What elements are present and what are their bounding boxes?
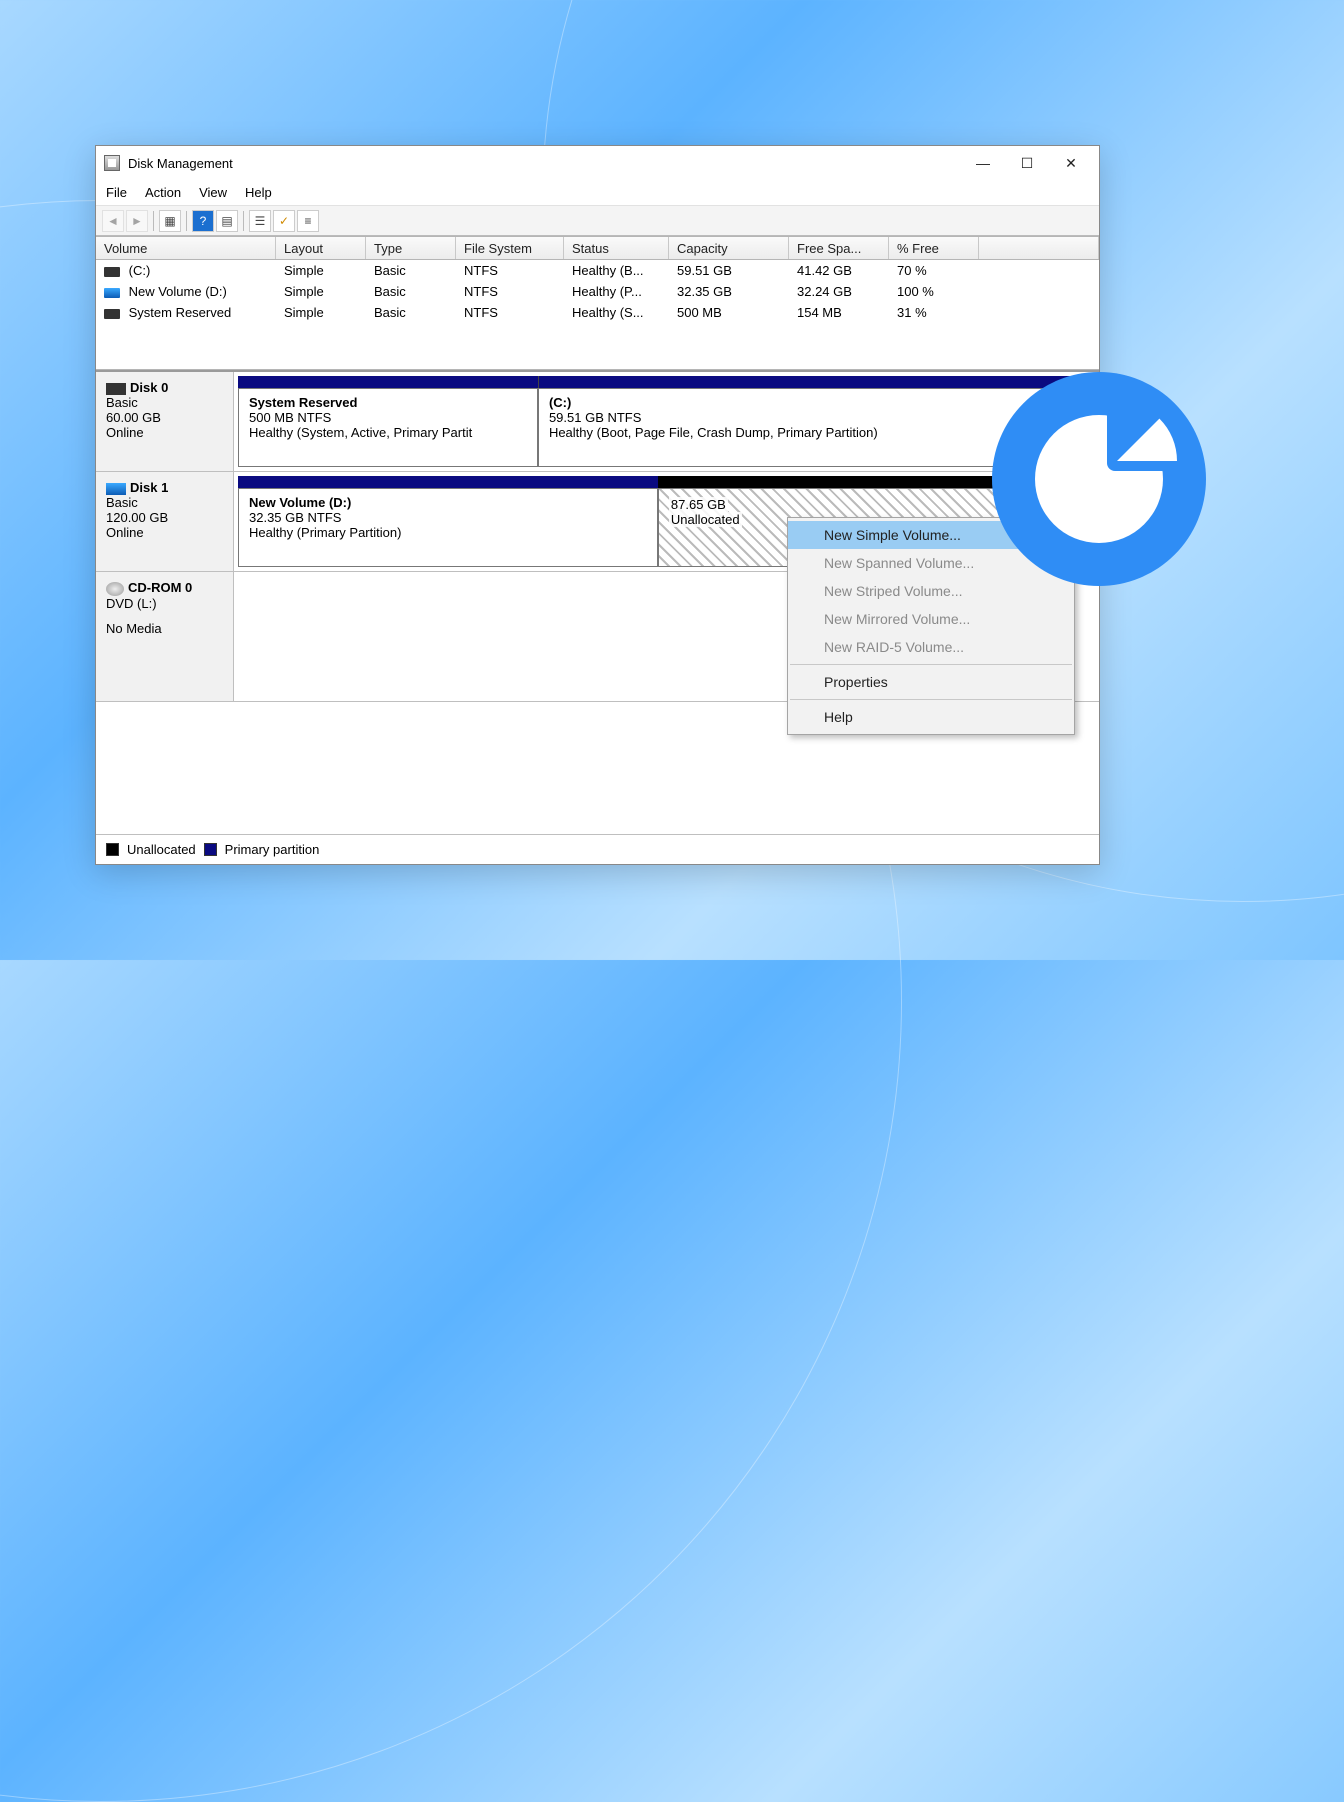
menu-bar: File Action View Help — [96, 180, 1099, 206]
minimize-button[interactable]: — — [961, 149, 1005, 177]
toolbar: ◄ ► ▦ ? ▤ ☰ ✓ ≡ — [96, 206, 1099, 236]
ctx-new-striped-volume[interactable]: New Striped Volume... — [788, 577, 1074, 605]
disk-type: Basic — [106, 395, 223, 410]
disk-info-cdrom[interactable]: CD-ROM 0 DVD (L:) No Media — [96, 572, 234, 701]
column-header[interactable]: Free Spa... — [789, 237, 889, 259]
disk-icon — [106, 383, 126, 395]
cd-state: No Media — [106, 621, 223, 636]
detail-view-icon[interactable]: ▤ — [216, 210, 238, 232]
toolbar-divider — [153, 211, 154, 231]
ctx-properties[interactable]: Properties — [788, 668, 1074, 696]
volume-row[interactable]: New Volume (D:)SimpleBasicNTFSHealthy (P… — [96, 281, 1099, 302]
disk-icon — [106, 483, 126, 495]
toolbar-divider — [186, 211, 187, 231]
column-header[interactable]: Status — [564, 237, 669, 259]
disk-state: Online — [106, 425, 223, 440]
menu-view[interactable]: View — [199, 185, 227, 200]
disk-name: Disk 1 — [130, 480, 168, 495]
partition-d[interactable]: New Volume (D:) 32.35 GB NTFS Healthy (P… — [238, 488, 658, 567]
window-title: Disk Management — [128, 156, 961, 171]
action-icon[interactable]: ✓ — [273, 210, 295, 232]
disk-name: CD-ROM 0 — [128, 580, 192, 595]
volume-row[interactable]: (C:)SimpleBasicNTFSHealthy (B...59.51 GB… — [96, 260, 1099, 281]
cd-icon — [106, 582, 124, 596]
menu-help[interactable]: Help — [245, 185, 272, 200]
close-button[interactable]: ✕ — [1049, 149, 1093, 177]
menu-action[interactable]: Action — [145, 185, 181, 200]
forward-button[interactable]: ► — [126, 210, 148, 232]
ctx-divider — [790, 699, 1072, 700]
disk-size: 60.00 GB — [106, 410, 223, 425]
disk-name: Disk 0 — [130, 380, 168, 395]
legend-label-unallocated: Unallocated — [127, 842, 196, 857]
disk-row-0: Disk 0 Basic 60.00 GB Online System Rese… — [96, 372, 1099, 472]
maximize-button[interactable]: ☐ — [1005, 149, 1049, 177]
cd-drive-letter: DVD (L:) — [106, 596, 223, 611]
app-icon — [104, 155, 120, 171]
disk-management-window: Disk Management — ☐ ✕ File Action View H… — [95, 145, 1100, 865]
column-header[interactable]: Layout — [276, 237, 366, 259]
column-header[interactable]: File System — [456, 237, 564, 259]
pie-chart-icon — [992, 372, 1206, 586]
ctx-divider — [790, 664, 1072, 665]
toolbar-divider — [243, 211, 244, 231]
help-icon[interactable]: ? — [192, 210, 214, 232]
disk-info-1[interactable]: Disk 1 Basic 120.00 GB Online — [96, 472, 234, 571]
partition-header — [238, 476, 658, 488]
ctx-new-mirrored-volume[interactable]: New Mirrored Volume... — [788, 605, 1074, 633]
partition-header — [238, 376, 538, 388]
volume-list-header: VolumeLayoutTypeFile SystemStatusCapacit… — [96, 236, 1099, 260]
column-header[interactable]: Capacity — [669, 237, 789, 259]
disk-type: Basic — [106, 495, 223, 510]
volume-list: (C:)SimpleBasicNTFSHealthy (B...59.51 GB… — [96, 260, 1099, 370]
legend-label-primary: Primary partition — [225, 842, 320, 857]
partition-system-reserved[interactable]: System Reserved 500 MB NTFS Healthy (Sys… — [238, 388, 538, 467]
column-header[interactable]: % Free — [889, 237, 979, 259]
title-bar[interactable]: Disk Management — ☐ ✕ — [96, 146, 1099, 180]
legend: Unallocated Primary partition — [96, 834, 1099, 864]
ctx-new-raid5-volume[interactable]: New RAID-5 Volume... — [788, 633, 1074, 661]
legend-swatch-primary — [204, 843, 217, 856]
legend-swatch-unallocated — [106, 843, 119, 856]
column-header[interactable]: Type — [366, 237, 456, 259]
ctx-help[interactable]: Help — [788, 703, 1074, 731]
partition-header — [538, 376, 1095, 388]
column-header[interactable]: Volume — [96, 237, 276, 259]
properties-icon[interactable]: ≡ — [297, 210, 319, 232]
back-button[interactable]: ◄ — [102, 210, 124, 232]
list-view-icon[interactable]: ▦ — [159, 210, 181, 232]
volume-row[interactable]: System ReservedSimpleBasicNTFSHealthy (S… — [96, 302, 1099, 323]
disk-size: 120.00 GB — [106, 510, 223, 525]
menu-file[interactable]: File — [106, 185, 127, 200]
disk-state: Online — [106, 525, 223, 540]
disk-info-0[interactable]: Disk 0 Basic 60.00 GB Online — [96, 372, 234, 471]
refresh-icon[interactable]: ☰ — [249, 210, 271, 232]
